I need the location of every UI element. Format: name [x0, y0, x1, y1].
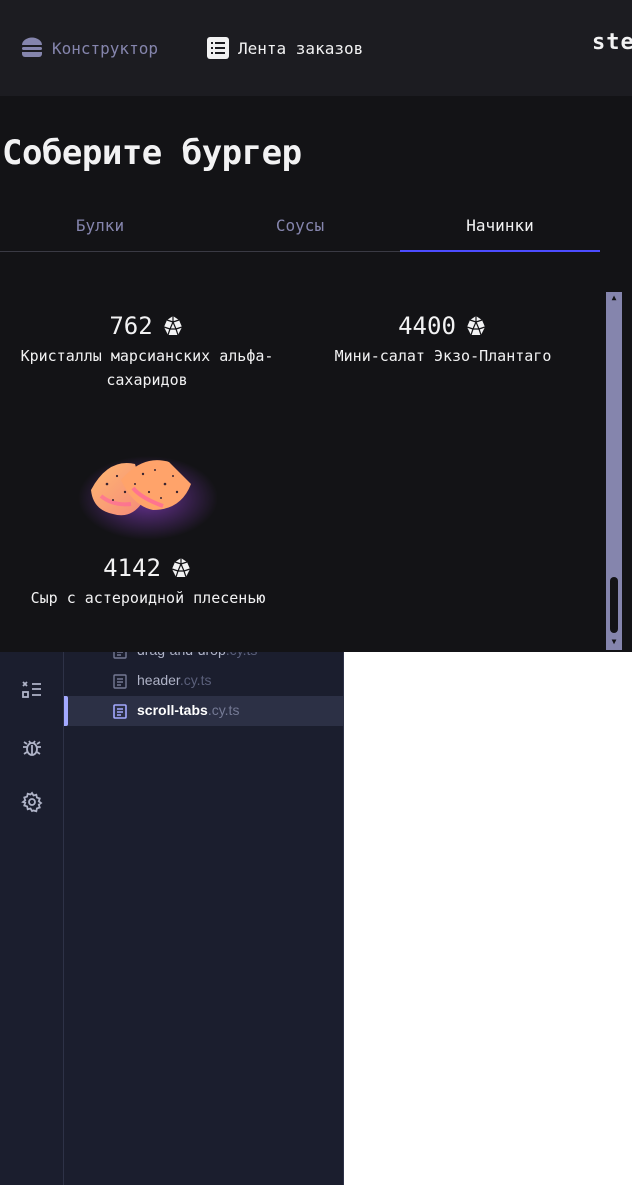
ingredient-name: Мини-салат Экзо-Плантаго — [334, 347, 552, 365]
ingredient-name: Кристаллы марсианских альфа-сахаридов — [20, 347, 274, 389]
nav-constructor-label: Конструктор — [52, 38, 158, 58]
debug-bug-icon[interactable] — [20, 735, 44, 759]
scroll-down-arrow-icon[interactable]: ▼ — [606, 636, 622, 648]
currency-icon — [163, 316, 182, 336]
specs-list-icon[interactable] — [20, 678, 44, 702]
price-value: 4142 — [103, 554, 161, 582]
scroll-up-arrow-icon[interactable]: ▲ — [606, 292, 622, 304]
settings-gear-icon[interactable] — [20, 790, 44, 814]
ingredient-card[interactable]: 4142 Сыр с астероидной плесенью — [10, 440, 286, 610]
currency-icon — [466, 316, 486, 336]
tab-fillings[interactable]: Начинки — [400, 200, 600, 252]
ingredients-scrollbar[interactable]: ▲ ▼ — [606, 292, 622, 650]
ingredient-name: Сыр с астероидной плесенью — [30, 589, 266, 607]
ingredient-image — [73, 440, 223, 550]
ingredient-price: 762 — [109, 312, 184, 340]
file-icon — [113, 674, 127, 689]
empty-area — [344, 652, 632, 1185]
spec-item-scroll-tabs[interactable]: scroll-tabs.cy.ts — [64, 696, 343, 726]
tab-buns[interactable]: Булки — [0, 200, 200, 251]
ingredient-tabs: Булки Соусы Начинки — [0, 200, 600, 252]
file-icon — [113, 704, 127, 719]
price-value: 762 — [109, 312, 153, 340]
ingredient-card[interactable]: 762 Кристаллы марсианских альфа-сахаридо… — [4, 312, 290, 392]
currency-icon — [171, 558, 191, 578]
logo[interactable]: ste — [592, 30, 632, 55]
nav-order-feed-label: Лента заказов — [238, 38, 364, 58]
nav-constructor[interactable]: Конструктор — [20, 36, 158, 60]
app-under-test: Конструктор Лента заказов ste Соберите б… — [0, 0, 632, 652]
spec-name: header.cy.ts — [137, 672, 212, 688]
ingredient-price: 4142 — [103, 554, 193, 582]
spec-name: scroll-tabs.cy.ts — [137, 702, 240, 718]
list-icon — [206, 36, 230, 60]
burger-icon — [20, 36, 44, 60]
spec-item-header[interactable]: header.cy.ts — [64, 666, 343, 696]
page-title: Соберите бургер — [2, 133, 302, 173]
tab-sauces[interactable]: Соусы — [200, 200, 400, 251]
price-value: 4400 — [398, 312, 456, 340]
app-header: Конструктор Лента заказов ste — [0, 0, 632, 96]
ingredient-price: 4400 — [398, 312, 488, 340]
scrollbar-thumb[interactable] — [610, 577, 618, 633]
nav-order-feed[interactable]: Лента заказов — [206, 36, 363, 60]
ingredient-card[interactable]: 4400 Мини-салат Экзо-Плантаго — [310, 312, 576, 368]
